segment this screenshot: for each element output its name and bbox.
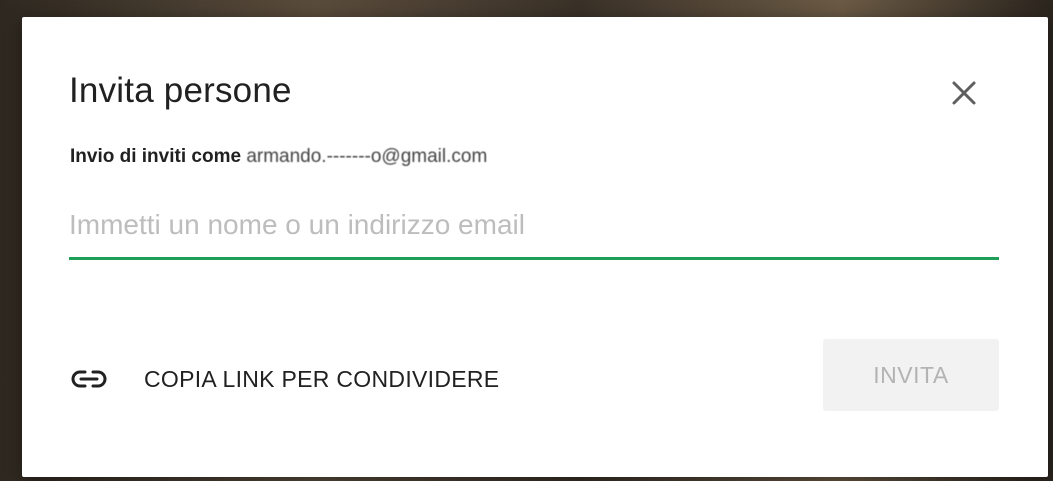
close-button[interactable] [942, 71, 986, 115]
copy-link-label: COPIA LINK PER CONDIVIDERE [144, 365, 500, 392]
invite-input-field [69, 201, 999, 260]
invite-button[interactable]: INVITA [823, 339, 999, 411]
sender-email: armando.-------o@gmail.com [246, 146, 488, 167]
sender-info: Invio di inviti come armando.-------o@gm… [70, 146, 487, 168]
name-or-email-input[interactable] [69, 201, 999, 249]
close-icon [952, 81, 976, 105]
invite-dialog: Invita persone Invio di inviti come arma… [22, 17, 1048, 477]
copy-link-button[interactable]: COPIA LINK PER CONDIVIDERE [70, 359, 499, 399]
link-icon [70, 367, 112, 391]
dialog-title: Invita persone [69, 71, 292, 110]
sender-prefix: Invio di inviti come [70, 146, 247, 167]
